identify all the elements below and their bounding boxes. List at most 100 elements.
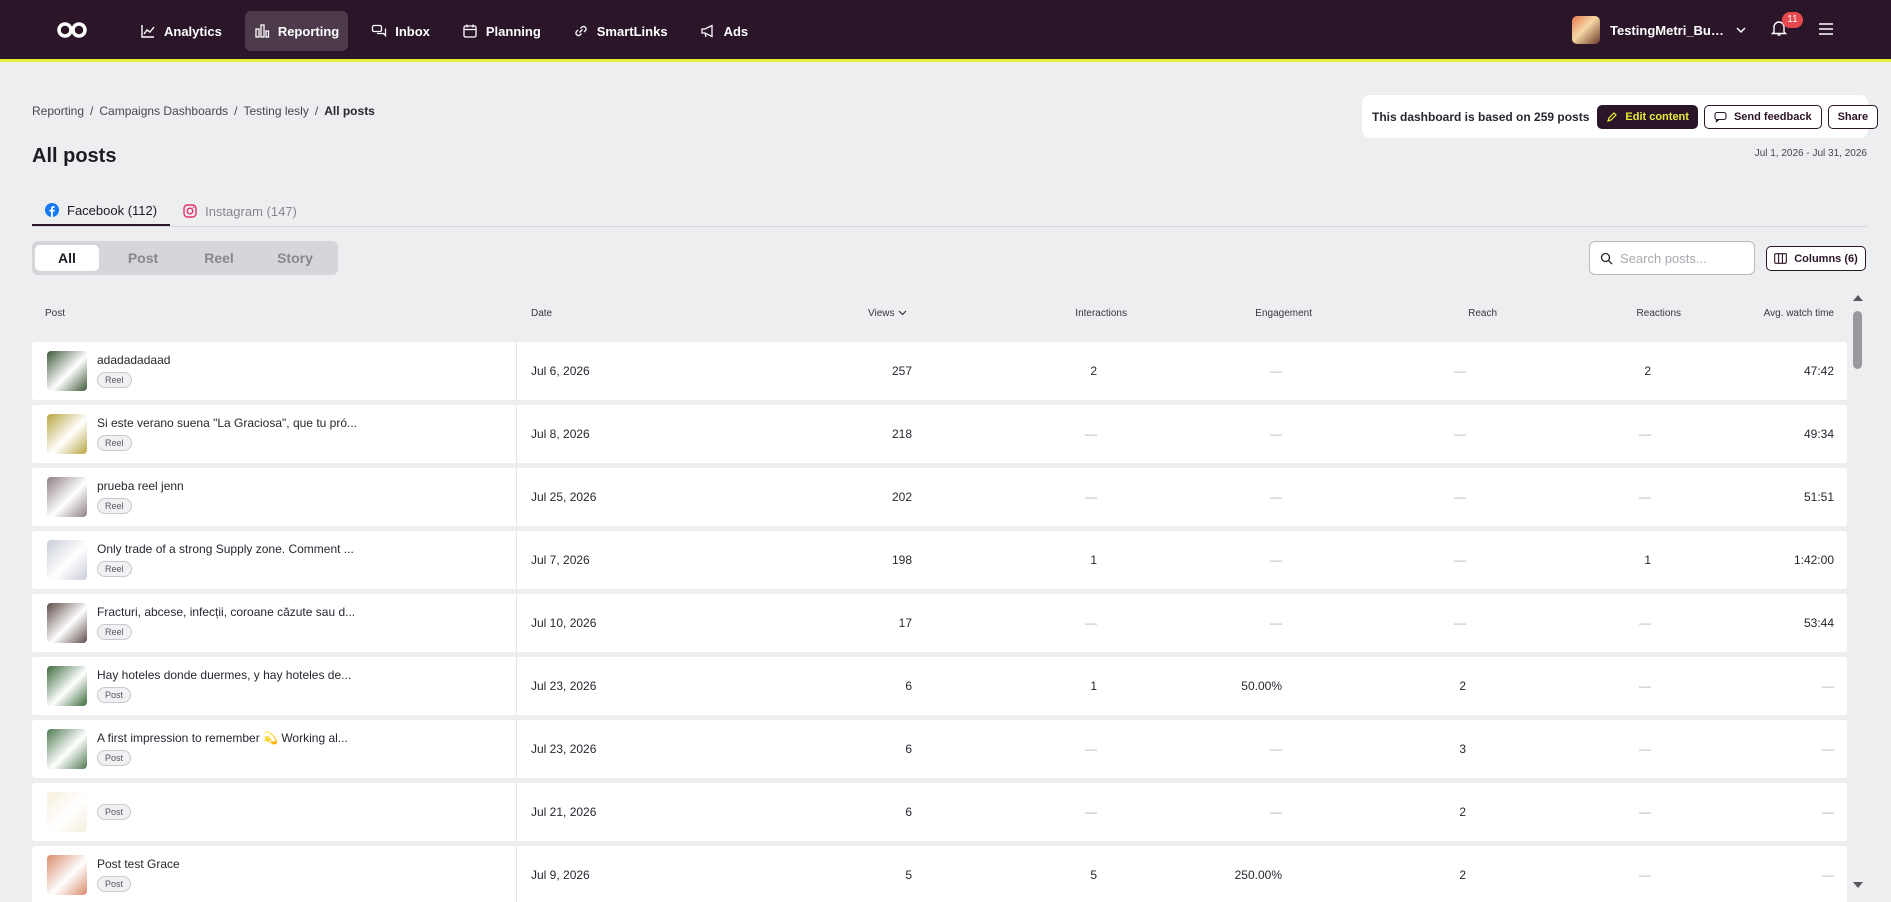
post-title[interactable]: Si este verano suena "La Graciosa", que … xyxy=(97,416,357,430)
post-title[interactable]: Only trade of a strong Supply zone. Comm… xyxy=(97,542,357,556)
post-thumbnail[interactable] xyxy=(47,477,87,517)
cell-views: 6 xyxy=(905,805,912,819)
cell-engagement: 250.00% xyxy=(1234,868,1282,882)
table-row[interactable]: Hay hoteles donde duermes, y hay hoteles… xyxy=(32,657,1847,715)
header-engagement[interactable]: Engagement xyxy=(1255,308,1312,319)
cell-views: 17 xyxy=(898,616,912,630)
hamburger-menu-icon[interactable] xyxy=(1818,22,1834,36)
table-row[interactable]: Fracturi, abcese, infecții, coroane căzu… xyxy=(32,594,1847,652)
scroll-down-icon[interactable] xyxy=(1851,880,1865,890)
post-title[interactable]: Post test Grace xyxy=(97,857,357,871)
platform-tabs: Facebook (112) Instagram (147) xyxy=(32,196,1867,227)
feedback-icon xyxy=(1714,111,1727,122)
send-feedback-button[interactable]: Send feedback xyxy=(1703,104,1822,129)
post-title[interactable]: Fracturi, abcese, infecții, coroane căzu… xyxy=(97,605,357,619)
scroll-thumb[interactable] xyxy=(1853,311,1862,369)
header-reach[interactable]: Reach xyxy=(1468,308,1497,319)
header-interactions[interactable]: Interactions xyxy=(1075,308,1127,319)
table-row[interactable]: Only trade of a strong Supply zone. Comm… xyxy=(32,531,1847,589)
chart-line-icon xyxy=(141,25,155,38)
column-divider xyxy=(516,846,517,902)
header-avg-watch-time[interactable]: Avg. watch time xyxy=(1764,308,1834,319)
scroll-up-icon[interactable] xyxy=(1851,293,1865,303)
account-switcher[interactable]: TestingMetri_Busin... xyxy=(1572,16,1748,44)
nav-smartlinks[interactable]: SmartLinks xyxy=(564,11,677,51)
breadcrumb-testing-lesly[interactable]: Testing lesly xyxy=(243,104,308,118)
filter-post[interactable]: Post xyxy=(105,245,181,271)
columns-button[interactable]: Columns (6) xyxy=(1766,246,1866,271)
nav-analytics[interactable]: Analytics xyxy=(131,11,231,51)
header-date[interactable]: Date xyxy=(531,308,552,319)
breadcrumb-separator: / xyxy=(90,104,94,118)
top-navigation-bar: Analytics Reporting Inbox Planning Smart… xyxy=(0,0,1891,62)
edit-content-button[interactable]: Edit content xyxy=(1597,104,1698,129)
cell-watch: 47:42 xyxy=(1803,364,1834,378)
header-views[interactable]: Views xyxy=(868,308,907,319)
table-row[interactable]: prueba reel jenn Reel Jul 25, 2026 202 — — — — 5… xyxy=(32,468,1847,526)
breadcrumb-reporting[interactable]: Reporting xyxy=(32,104,84,118)
table-row[interactable]: Post test Grace Post Jul 9, 2026 5 5 250.00% 2… xyxy=(32,846,1847,902)
filter-all[interactable]: All xyxy=(35,245,99,271)
table-row[interactable]: Post Jul 21, 2026 6 — — 2 — — xyxy=(32,783,1847,841)
logo-icon[interactable] xyxy=(56,19,88,41)
cell-reach: 2 xyxy=(1459,679,1466,693)
post-type-badge: Post xyxy=(97,876,132,892)
header-reactions[interactable]: Reactions xyxy=(1637,308,1681,319)
nav-inbox[interactable]: Inbox xyxy=(362,11,439,51)
breadcrumb-current: All posts xyxy=(324,104,375,118)
filter-story[interactable]: Story xyxy=(257,245,333,271)
post-date: Jul 25, 2026 xyxy=(531,490,597,504)
cell-watch: 51:51 xyxy=(1803,490,1834,504)
post-thumbnail[interactable] xyxy=(47,603,87,643)
account-name: TestingMetri_Busin... xyxy=(1610,22,1728,38)
post-title[interactable]: A first impression to remember 💫 Working… xyxy=(97,731,357,745)
post-title[interactable]: Hay hoteles donde duermes, y hay hoteles… xyxy=(97,668,357,682)
post-thumbnail[interactable] xyxy=(47,855,87,895)
edit-content-label: Edit content xyxy=(1625,110,1689,123)
cell-reactions: 2 xyxy=(1644,364,1651,378)
cell-reactions: — xyxy=(1639,679,1651,693)
breadcrumb-separator: / xyxy=(314,104,319,118)
post-type-badge: Post xyxy=(97,687,132,703)
table-row[interactable]: Si este verano suena "La Graciosa", que … xyxy=(32,405,1847,463)
share-button[interactable]: Share xyxy=(1827,104,1879,129)
search-input[interactable] xyxy=(1620,250,1750,266)
tab-instagram[interactable]: Instagram (147) xyxy=(170,196,310,226)
column-divider xyxy=(516,531,517,589)
nav-ads[interactable]: Ads xyxy=(691,11,758,51)
breadcrumb: Reporting / Campaigns Dashboards / Testi… xyxy=(32,104,381,118)
scrollbar[interactable] xyxy=(1851,293,1865,893)
link-icon xyxy=(575,25,587,37)
post-thumbnail[interactable] xyxy=(47,729,87,769)
cell-engagement: — xyxy=(1270,427,1282,441)
post-title[interactable]: prueba reel jenn xyxy=(97,479,357,493)
post-date: Jul 10, 2026 xyxy=(531,616,597,630)
dashboard-info-text: This dashboard is based on 259 posts xyxy=(1372,109,1590,124)
post-thumbnail[interactable] xyxy=(47,792,87,832)
cell-reach: — xyxy=(1454,364,1466,378)
post-date: Jul 21, 2026 xyxy=(531,805,597,819)
post-title[interactable]: adadadadaad xyxy=(97,353,357,367)
nav-reporting[interactable]: Reporting xyxy=(244,11,349,51)
calendar-icon xyxy=(463,24,477,38)
cell-reactions: — xyxy=(1639,742,1651,756)
filter-reel[interactable]: Reel xyxy=(181,245,257,271)
table-row[interactable]: A first impression to remember 💫 Working… xyxy=(32,720,1847,778)
post-thumbnail[interactable] xyxy=(47,351,87,391)
table-row[interactable]: adadadadaad Reel Jul 6, 2026 257 2 — — 2 47:42 xyxy=(32,342,1847,400)
post-thumbnail[interactable] xyxy=(47,540,87,580)
search-icon xyxy=(1600,252,1613,264)
cell-views: 257 xyxy=(891,364,912,378)
cell-interactions: 1 xyxy=(1090,679,1097,693)
cell-engagement: 50.00% xyxy=(1241,679,1282,693)
post-thumbnail[interactable] xyxy=(47,414,87,454)
post-thumbnail[interactable] xyxy=(47,666,87,706)
cell-reactions: — xyxy=(1639,805,1651,819)
breadcrumb-campaigns-dashboards[interactable]: Campaigns Dashboards xyxy=(99,104,228,118)
header-post[interactable]: Post xyxy=(45,308,65,319)
nav-planning[interactable]: Planning xyxy=(453,11,550,51)
tab-facebook[interactable]: Facebook (112) xyxy=(32,196,171,226)
cell-reach: — xyxy=(1454,427,1466,441)
notification-badge: 11 xyxy=(1782,12,1803,28)
nav-ads-label: Ads xyxy=(723,23,749,39)
